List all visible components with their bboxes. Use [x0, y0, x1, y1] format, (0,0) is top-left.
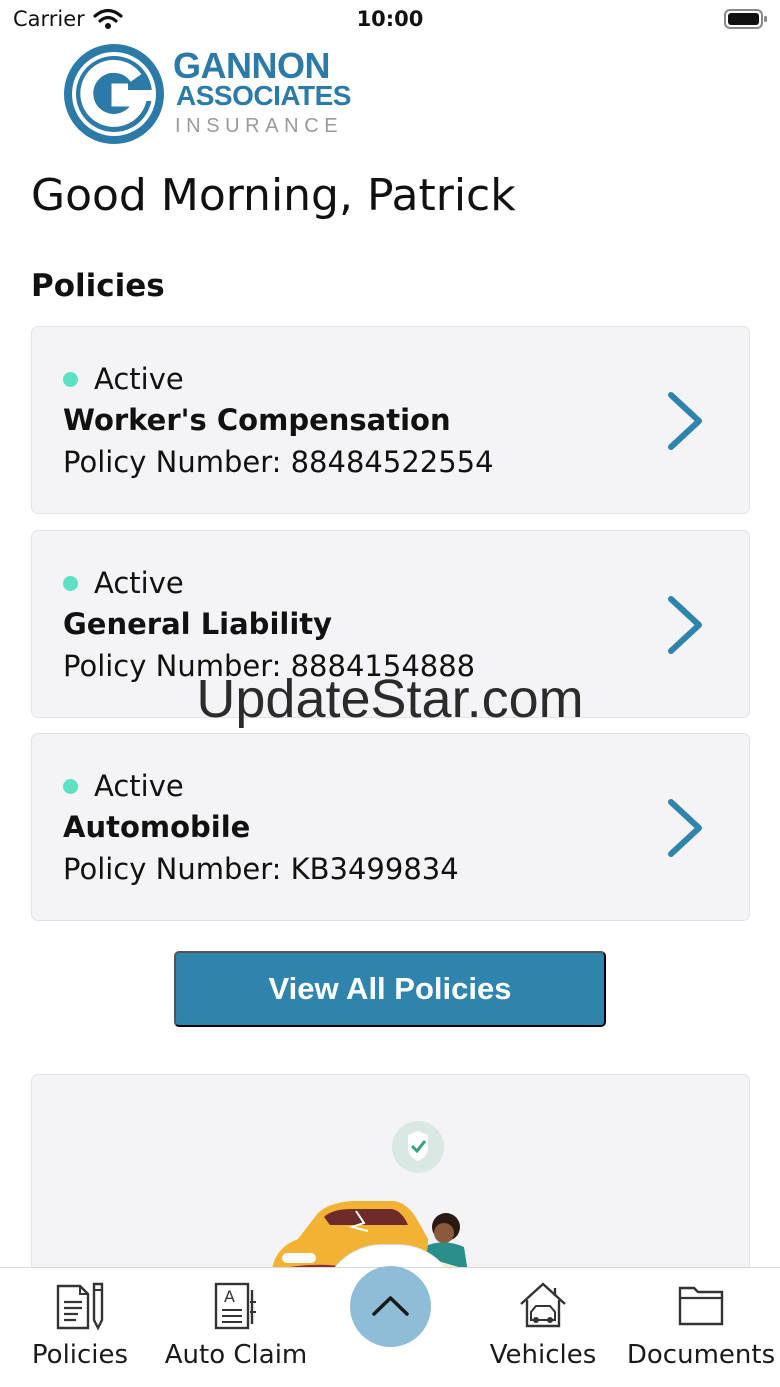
tab-label-policies: Policies	[31, 1340, 129, 1370]
tab-policies[interactable]: Policies	[10, 1268, 150, 1387]
claim-form-icon: A	[214, 1282, 256, 1330]
tab-label-vehicles: Vehicles	[489, 1340, 597, 1370]
battery-icon	[724, 8, 768, 34]
logo-text-gannon: GANNON	[173, 45, 331, 86]
active-status-dot	[63, 779, 78, 794]
view-all-policies-button[interactable]: View All Policies	[174, 951, 606, 1027]
policy-status: Active	[94, 362, 184, 396]
status-bar: Carrier 10:00	[0, 0, 780, 40]
quick-actions-button[interactable]	[350, 1266, 431, 1347]
policy-card-automobile[interactable]: Active Automobile Policy Number: KB34998…	[31, 733, 750, 921]
policy-status: Active	[94, 769, 184, 803]
active-status-dot	[63, 576, 78, 591]
gannon-g-logo-icon	[64, 44, 164, 144]
folder-icon	[678, 1286, 724, 1326]
policy-name: General Liability	[63, 607, 333, 641]
tab-label-documents: Documents	[626, 1340, 776, 1370]
policy-status: Active	[94, 566, 184, 600]
logo-text-insurance: INSURANCE	[175, 115, 344, 137]
chevron-right-icon[interactable]	[665, 595, 705, 655]
greeting-title: Good Morning, Patrick	[31, 170, 516, 221]
policy-number: Policy Number: KB3499834	[63, 852, 459, 886]
active-status-dot	[63, 372, 78, 387]
watermark-text: UpdateStar.com	[196, 669, 584, 729]
logo-text-associates: ASSOCIATES	[176, 80, 351, 111]
policy-card-workers-compensation[interactable]: Active Worker's Compensation Policy Numb…	[31, 326, 750, 514]
chevron-up-icon	[372, 1296, 409, 1316]
company-logo: GANNON ASSOCIATES INSURANCE	[62, 42, 352, 150]
tab-documents[interactable]: Documents	[626, 1268, 776, 1387]
chevron-right-icon[interactable]	[665, 391, 705, 451]
tab-auto-claim[interactable]: A Auto Claim	[160, 1268, 312, 1387]
house-car-icon	[520, 1282, 566, 1328]
policy-name: Automobile	[63, 810, 251, 844]
policies-section-title: Policies	[31, 268, 165, 304]
tab-label-auto-claim: Auto Claim	[164, 1340, 308, 1370]
policy-number: Policy Number: 88484522554	[63, 445, 494, 479]
tab-vehicles[interactable]: Vehicles	[483, 1268, 603, 1387]
status-time: 10:00	[356, 7, 424, 31]
chevron-right-icon[interactable]	[665, 798, 705, 858]
policy-document-pen-icon	[56, 1282, 104, 1331]
policy-name: Worker's Compensation	[63, 403, 451, 437]
svg-text:A: A	[224, 1287, 235, 1306]
